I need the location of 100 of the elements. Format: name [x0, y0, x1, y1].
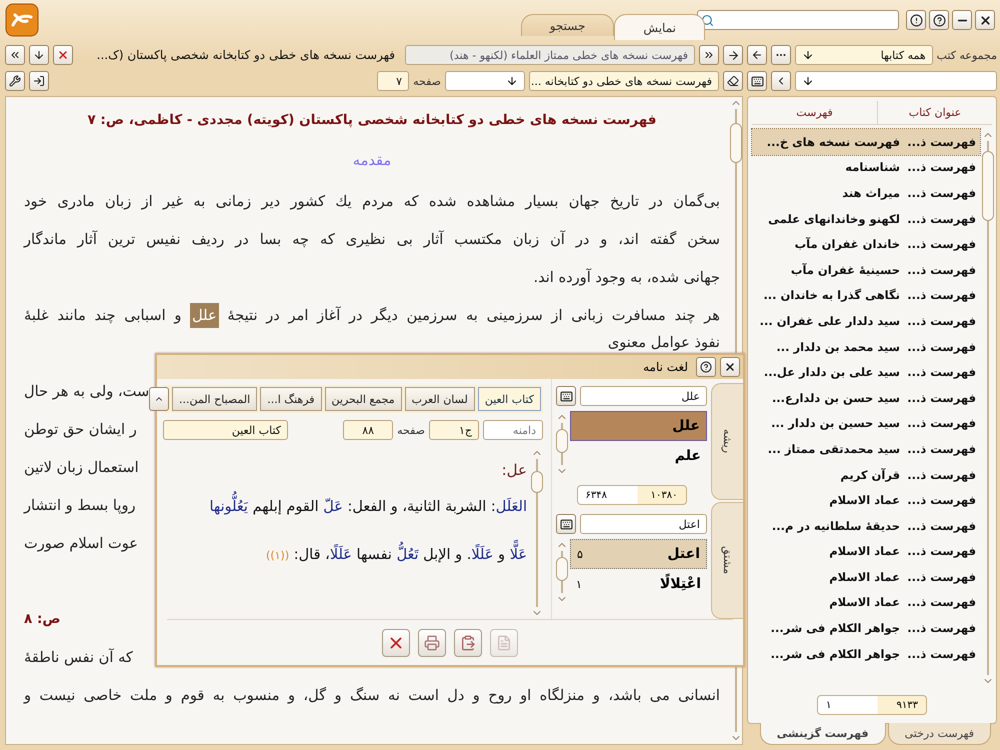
paste-button[interactable] [454, 628, 482, 656]
list-row[interactable]: فهرست ذ... حسینیهٔ غفران مآب [752, 256, 980, 283]
current-document[interactable]: فهرست نسخه های خطی دو کتابخانه شخصی پاکستان (ک... [77, 45, 401, 65]
collection-dropdown[interactable]: همه کتابها [795, 45, 933, 65]
paragraph-line: استعمال زبان لاتین [24, 458, 139, 476]
list-row[interactable]: فهرست ذ... سید علی بن دلدار عل... [752, 359, 980, 385]
arrow-down-icon [802, 49, 814, 61]
list-row[interactable]: فهرست ذ... جواهر الکلام فی شر... [752, 615, 980, 641]
root-item[interactable]: علم [570, 441, 707, 471]
volume-field[interactable]: ج۱ [429, 420, 479, 440]
previous-button[interactable] [771, 71, 791, 91]
window-title: لغت نامه [643, 360, 688, 374]
wrench-icon [9, 75, 21, 87]
list-row[interactable]: فهرست ذ... فهرست نسخه های خ... [752, 129, 980, 155]
filter-field[interactable] [795, 71, 997, 91]
list-row[interactable]: فهرست ذ... عماد الاسلام [752, 564, 980, 590]
settings-button[interactable] [5, 71, 25, 91]
list-row[interactable]: فهرست ذ... خاندان غفران مآب [752, 231, 980, 257]
keyboard-button[interactable] [747, 71, 767, 91]
list-row[interactable]: فهرست ذ... سید حسن بن دلدارع... [752, 384, 980, 411]
side-tab[interactable]: مشتق [711, 502, 743, 619]
scrollbar-thumb[interactable] [730, 123, 742, 163]
info-button[interactable] [906, 10, 926, 30]
close-button[interactable] [720, 357, 740, 377]
tab[interactable]: فهرست گزینشی [760, 723, 886, 745]
help-button[interactable] [696, 357, 716, 377]
column-header: عنوان کتاب [877, 101, 992, 124]
keyboard-button[interactable] [556, 514, 576, 534]
list-row[interactable]: فهرست ذ... سید دلدار علی غفران ... [752, 308, 980, 334]
arrow-left-icon [751, 49, 763, 61]
dictionary-tab[interactable]: فرهنگ ا... [260, 387, 322, 411]
help-button[interactable] [929, 10, 949, 30]
book-field[interactable]: کتاب العین [163, 420, 288, 440]
print-button[interactable] [418, 628, 446, 656]
list-row[interactable]: فهرست ذ... سید محمدتقی ممتاز ... [752, 436, 980, 462]
back-button[interactable] [747, 45, 767, 65]
dictionary-tab[interactable]: المصباح المن... [172, 387, 258, 411]
paragraph-line: ست، ولی به هر حال [24, 382, 150, 400]
derived-field[interactable]: اعتل [580, 514, 707, 534]
root-field[interactable]: علل [580, 386, 707, 406]
enter-icon [33, 75, 45, 87]
page-field[interactable]: ۷ [377, 71, 410, 91]
list-row[interactable]: فهرست ذ... عماد الاسلام [752, 487, 980, 513]
double-chevron-icon [703, 49, 715, 61]
derived-item[interactable]: اعتل ۵ [570, 539, 707, 569]
list-row[interactable]: فهرست ذ... سید حسین بن دلدار ... [752, 410, 980, 436]
minimize-button[interactable] [952, 10, 972, 30]
paragraph-line: سخن گفته اند، و در آن زبان مکتسب آثار بی نظیری که چه بسا در ردیف نفیس ترین آثار ماندگار [24, 230, 720, 248]
section-dropdown[interactable]: فهرست نسخه های خطی دو کتابخانه ... [529, 71, 719, 91]
list-row[interactable]: فهرست ذ... شناسنامه [752, 154, 980, 180]
list-row[interactable]: فهرست ذ... لکهنو وخاندانهای علمی [752, 206, 980, 232]
root-item[interactable]: علل [570, 411, 707, 441]
list-row[interactable]: فهرست ذ... عماد الاسلام [752, 538, 980, 564]
page-field[interactable]: ۸۸ [343, 420, 394, 440]
section-heading: مقدمه [352, 152, 392, 168]
paragraph-line: انسانی می باشد، و منزلگاه او روح و دل است نه سنگ و گل، و منسوب به قوم و ملت خاصی نیست و [24, 686, 720, 704]
arrow-down-icon [506, 75, 518, 87]
list-row[interactable]: فهرست ذ... میراث هند [752, 180, 980, 206]
scope-field[interactable]: دامنه [483, 420, 543, 440]
subsection-dropdown[interactable] [445, 71, 525, 91]
collection-label: مجموعه کتب [936, 48, 997, 62]
page-title: ص: ۸ [24, 611, 61, 627]
help-icon [932, 14, 946, 26]
scrollbar-thumb[interactable] [556, 557, 568, 581]
history-back-button[interactable] [699, 45, 719, 65]
more-button[interactable] [771, 45, 791, 65]
eraser-button[interactable] [723, 71, 743, 91]
entry-heading: عل: [502, 461, 527, 479]
dictionary-tab[interactable]: کتاب العین [478, 387, 541, 411]
history-item[interactable]: فهرست نسخه های خطی ممتاز العلماء (لکنهو - هند) [405, 45, 695, 65]
tab[interactable]: نمایش [614, 14, 705, 40]
tab[interactable]: فهرست درختی [888, 723, 991, 745]
forward-button[interactable] [723, 45, 743, 65]
derived-item[interactable]: اعْتِلالًا ۱ [570, 569, 707, 599]
scrollbar-thumb[interactable] [556, 429, 568, 453]
close-button[interactable] [975, 10, 995, 30]
clipboard-icon [460, 634, 476, 650]
close-document-button[interactable] [53, 45, 73, 65]
printer-icon [424, 634, 440, 650]
search-icon [701, 14, 714, 26]
list-row[interactable]: فهرست ذ... عماد الاسلام [752, 590, 980, 616]
keyboard-button[interactable] [556, 386, 576, 406]
dictionary-tab[interactable]: مجمع البحرین [324, 387, 402, 411]
arrow-down-button[interactable] [29, 45, 49, 65]
list-row[interactable]: فهرست ذ... سید محمد بن دلدار ... [752, 334, 980, 360]
search-field[interactable] [697, 10, 899, 30]
scrollbar-thumb[interactable] [531, 471, 543, 493]
dictionary-tab[interactable]: لسان العرب [404, 387, 475, 411]
list-row[interactable]: فهرست ذ... حدیقهٔ سلطانیه در م... [752, 512, 980, 538]
go-to-button[interactable] [29, 71, 49, 91]
close-icon [724, 361, 736, 373]
list-row[interactable]: فهرست ذ... قرآن کریم [752, 462, 980, 488]
side-tab[interactable]: ریشه [711, 383, 743, 500]
list-row[interactable]: فهرست ذ... جواهر الکلام فی شر... [752, 640, 980, 666]
list-row[interactable]: فهرست ذ... نگاهی گذرا به خاندان ... [752, 282, 980, 308]
scrollbar-thumb[interactable] [982, 151, 994, 221]
tab-scroll-button[interactable] [148, 387, 169, 411]
arrow-down-icon [33, 49, 45, 61]
tab[interactable]: جستجو [520, 14, 614, 36]
history-forward-button[interactable] [5, 45, 25, 65]
